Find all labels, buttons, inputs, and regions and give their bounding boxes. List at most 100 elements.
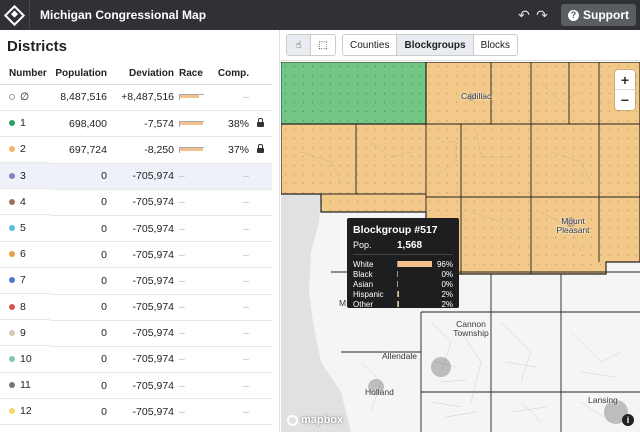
district-number: 7 [0, 268, 50, 294]
place-label: Cannon Township [453, 319, 489, 339]
district-number-label: 8 [20, 300, 26, 313]
district-compactness: – [211, 189, 249, 216]
table-row[interactable]: 2 697,724 -8,250 37% [0, 136, 272, 164]
column-header-population: Population [50, 63, 107, 85]
district-deviation: -705,974 [107, 215, 174, 243]
table-row[interactable]: 12 0 -705,974 – – [0, 398, 272, 426]
district-number: 1 [0, 111, 50, 137]
district-deviation: -705,974 [107, 294, 174, 321]
app-title: Michigan Congressional Map [40, 8, 207, 22]
tooltip-title: Blockgroup #517 [353, 224, 438, 236]
zoom-out-button[interactable]: − [615, 90, 635, 110]
undo-icon[interactable]: ↶ [515, 0, 533, 30]
district-race: – [174, 241, 211, 269]
tooltip-race-bar [397, 271, 433, 277]
race-empty: – [179, 196, 185, 209]
race-empty: – [179, 405, 185, 418]
zoom-in-button[interactable]: + [615, 70, 635, 90]
table-row[interactable]: 5 0 -705,974 – – [0, 215, 272, 243]
tab-blockgroups[interactable]: Blockgroups [397, 35, 474, 55]
district-population: 0 [50, 267, 107, 295]
app-logo-icon[interactable] [0, 0, 30, 30]
district-number: 6 [0, 242, 50, 268]
district-deviation: -705,974 [107, 320, 174, 347]
race-bar [179, 94, 204, 101]
tooltip-race-pct: 96% [436, 259, 453, 269]
district-color-icon [9, 303, 15, 310]
district-population: 0 [50, 398, 107, 426]
table-row[interactable]: 9 0 -705,974 – – [0, 320, 272, 347]
district-number-label: 11 [20, 379, 31, 392]
district-number-label: 3 [20, 169, 26, 182]
table-row[interactable]: 1 698,400 -7,574 38% [0, 110, 272, 138]
tooltip-race-label: Asian [353, 279, 374, 289]
district-compactness: – [211, 372, 249, 400]
zoom-controls: + − [615, 70, 635, 110]
table-row[interactable]: 10 0 -705,974 – – [0, 346, 272, 374]
district-lock[interactable] [249, 110, 272, 138]
tooltip-race-bar [397, 291, 433, 297]
mapbox-icon [287, 414, 298, 426]
district-number: 11 [0, 373, 50, 399]
district-number-label: 5 [20, 222, 26, 235]
district-deviation: -705,974 [107, 241, 174, 269]
tooltip-race-label: Hispanic [353, 289, 384, 299]
district-compactness: – [211, 215, 249, 243]
table-row[interactable]: 8 0 -705,974 – – [0, 294, 272, 321]
info-icon[interactable]: i [622, 414, 634, 426]
district-number: 5 [0, 215, 50, 242]
district-population: 0 [50, 372, 107, 400]
tooltip-race-row: Other 2% [353, 299, 453, 309]
district-lock [249, 241, 272, 269]
district-race: – [174, 372, 211, 400]
district-number-label: 1 [20, 117, 26, 130]
tooltip-race-bar [397, 301, 433, 307]
district-lock [249, 215, 272, 243]
pointer-tool-icon[interactable]: ☝ [287, 35, 311, 55]
lock-icon[interactable] [257, 117, 264, 127]
tab-blocks[interactable]: Blocks [474, 35, 517, 55]
district-race [174, 136, 211, 164]
district-number: ∅ [0, 85, 50, 111]
districts-sidebar: Districts Number Population Deviation Ra… [0, 30, 280, 432]
district-color-icon [9, 277, 15, 284]
district-lock [249, 163, 272, 190]
race-empty: – [179, 274, 185, 287]
lock-icon[interactable] [257, 143, 264, 153]
table-row[interactable]: 4 0 -705,974 – – [0, 189, 272, 216]
table-header: Number Population Deviation Race Comp. [0, 63, 272, 85]
map-canvas[interactable]: Cadillac Mount Pleasant Cannon Township … [281, 62, 640, 432]
district-population: 0 [50, 320, 107, 347]
column-header-compactness: Comp. [211, 63, 249, 85]
district-number-label: 6 [20, 248, 26, 261]
column-header-race: Race [174, 63, 211, 85]
district-color-icon [9, 146, 15, 153]
district-race: – [174, 398, 211, 426]
map-toolbar: ☝ ⬚ Counties Blockgroups Blocks [281, 30, 640, 61]
table-row[interactable]: 6 0 -705,974 – – [0, 241, 272, 269]
district-lock[interactable] [249, 136, 272, 164]
tooltip-race-row: Black 0% [353, 269, 453, 279]
district-number: 2 [0, 137, 50, 164]
redo-icon[interactable]: ↷ [533, 0, 551, 30]
district-lock [249, 398, 272, 426]
district-color-icon [9, 251, 15, 258]
table-row[interactable]: 3 0 -705,974 – – [0, 163, 272, 190]
blockgroup-tooltip: Blockgroup #517 Pop. 1,568 White 96% Blac… [347, 218, 459, 309]
rectangle-select-icon[interactable]: ⬚ [311, 35, 335, 55]
support-button[interactable]: ? Support [561, 4, 636, 26]
district-deviation: -705,974 [107, 398, 174, 426]
district-number-label: ∅ [20, 91, 30, 104]
district-color-icon [9, 382, 15, 389]
mapbox-logo[interactable]: mapbox [287, 414, 343, 426]
table-row[interactable]: ∅ 8,487,516 +8,487,516 – [0, 84, 272, 112]
district-race [174, 110, 211, 138]
district-lock [249, 294, 272, 321]
column-header-number: Number [0, 63, 50, 85]
table-row[interactable]: 7 0 -705,974 – – [0, 267, 272, 295]
table-row[interactable]: 11 0 -705,974 – – [0, 372, 272, 400]
map-svg[interactable] [281, 62, 640, 432]
tab-counties[interactable]: Counties [343, 35, 398, 55]
district-race: – [174, 163, 211, 190]
district-population: 0 [50, 241, 107, 269]
